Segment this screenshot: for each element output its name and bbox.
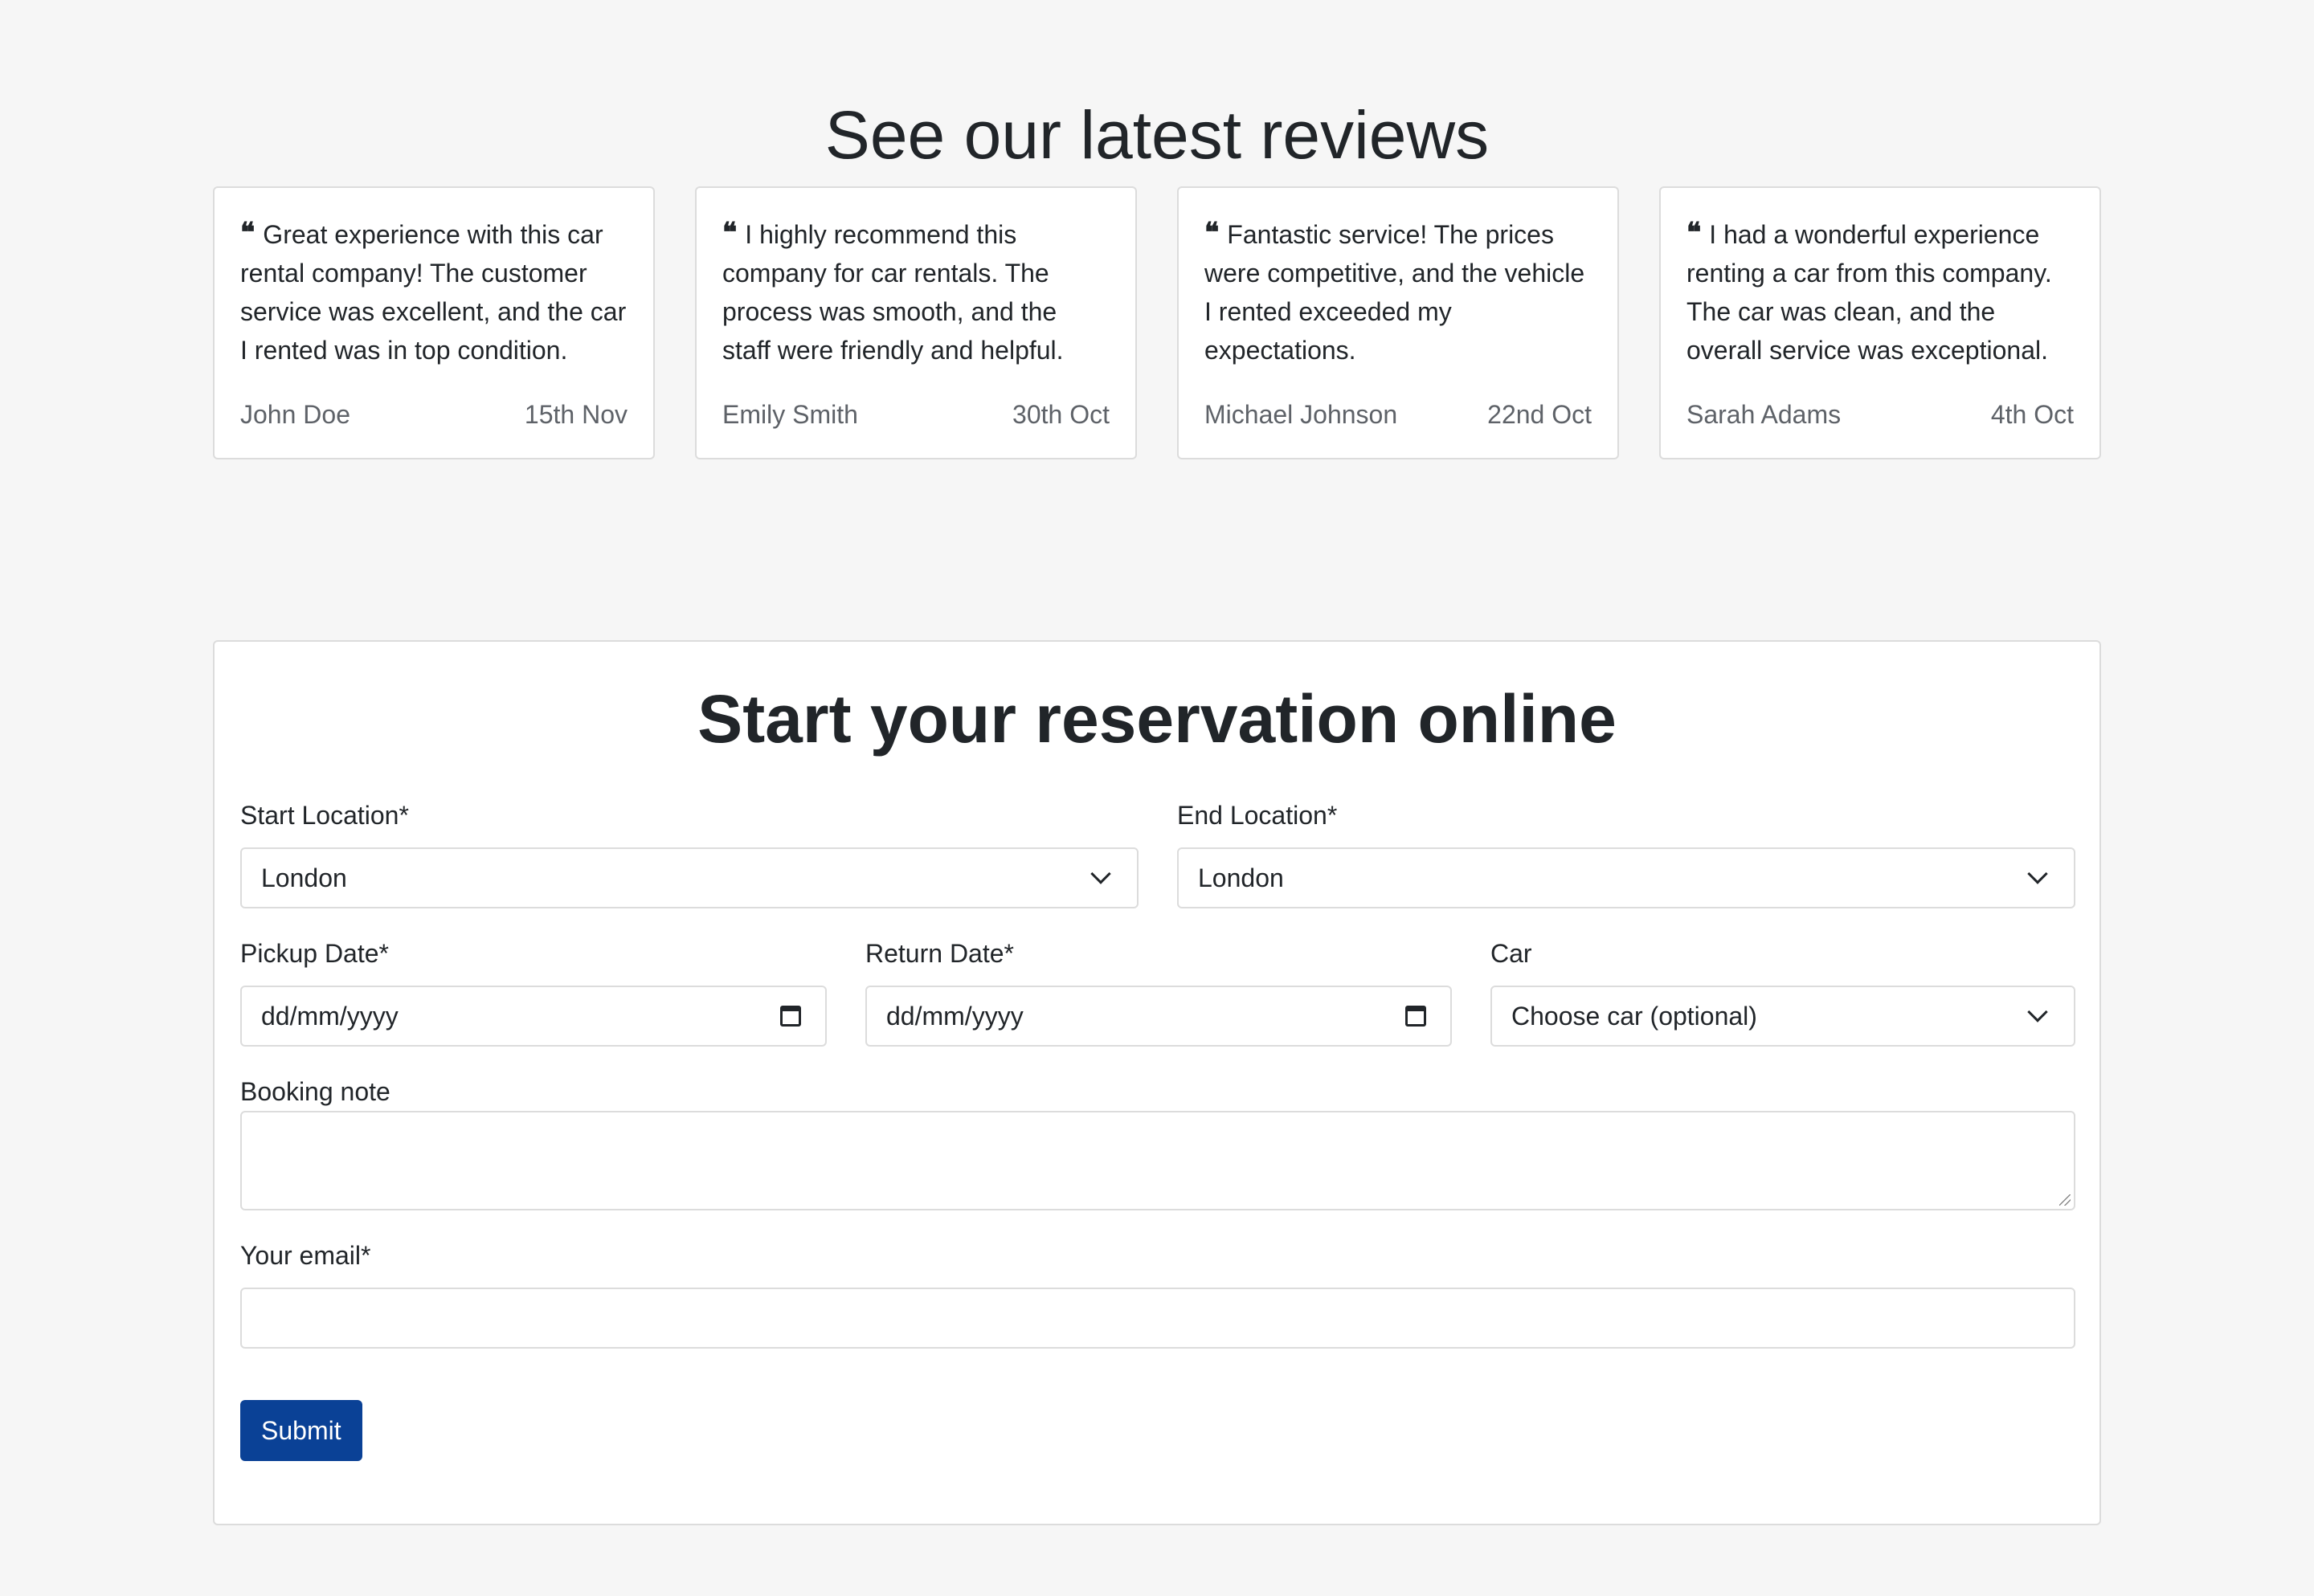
review-author: John Doe xyxy=(240,400,350,429)
pickup-date-placeholder: dd/mm/yyyy xyxy=(261,1001,399,1031)
form-heading: Start your reservation online xyxy=(697,681,1617,757)
review-author: Michael Johnson xyxy=(1204,400,1398,429)
review-card: ❝ Great experience with this car rental c… xyxy=(213,186,655,459)
review-footer: Sarah Adams 4th Oct xyxy=(1686,395,2074,434)
calendar-icon[interactable] xyxy=(780,1006,801,1027)
email-label: Your email* xyxy=(240,1241,371,1270)
resize-grip-icon[interactable] xyxy=(2059,1194,2071,1206)
end-location-value: London xyxy=(1198,863,1284,892)
review-body: I highly recommend this company for car … xyxy=(722,220,1064,365)
review-footer: Emily Smith 30th Oct xyxy=(722,395,1110,434)
end-location-select[interactable]: London xyxy=(1177,847,2075,908)
reviews-heading: See our latest reviews xyxy=(824,97,1490,173)
submit-button[interactable]: Submit xyxy=(240,1400,362,1461)
review-author: Emily Smith xyxy=(722,400,858,429)
review-card: ❝ Fantastic service! The prices were comp… xyxy=(1177,186,1619,459)
review-body: Fantastic service! The prices were compe… xyxy=(1204,220,1585,365)
review-card: ❝ I had a wonderful experience renting a … xyxy=(1659,186,2101,459)
booking-note-textarea[interactable] xyxy=(240,1111,2075,1210)
review-date: 30th Oct xyxy=(1012,400,1110,429)
review-text: ❝ Fantastic service! The prices were comp… xyxy=(1204,215,1592,369)
review-body: I had a wonderful experience renting a c… xyxy=(1686,220,2052,365)
return-date-placeholder: dd/mm/yyyy xyxy=(886,1001,1024,1031)
chevron-down-icon xyxy=(1090,863,1111,884)
review-text: ❝ Great experience with this car rental c… xyxy=(240,215,628,369)
quote-icon: ❝ xyxy=(722,217,738,249)
review-card: ❝ I highly recommend this company for car… xyxy=(695,186,1137,459)
car-select-value: Choose car (optional) xyxy=(1511,1001,1757,1031)
review-date: 15th Nov xyxy=(524,400,628,429)
car-select[interactable]: Choose car (optional) xyxy=(1490,986,2075,1047)
start-location-value: London xyxy=(261,863,347,892)
chevron-down-icon xyxy=(2027,1002,2048,1023)
pickup-date-input[interactable]: dd/mm/yyyy xyxy=(240,986,827,1047)
review-body: Great experience with this car rental co… xyxy=(240,220,627,365)
quote-icon: ❝ xyxy=(240,217,256,249)
review-date: 22nd Oct xyxy=(1487,400,1592,429)
quote-icon: ❝ xyxy=(1686,217,1702,249)
return-date-label: Return Date* xyxy=(865,939,1014,968)
reservation-form: Start your reservation online Start Loca… xyxy=(213,640,2101,1525)
start-location-label: Start Location* xyxy=(240,801,409,830)
review-footer: Michael Johnson 22nd Oct xyxy=(1204,395,1592,434)
review-text: ❝ I highly recommend this company for car… xyxy=(722,215,1110,369)
review-author: Sarah Adams xyxy=(1686,400,1842,429)
review-date: 4th Oct xyxy=(1990,400,2074,429)
chevron-down-icon xyxy=(2027,863,2048,884)
return-date-input[interactable]: dd/mm/yyyy xyxy=(865,986,1452,1047)
calendar-icon[interactable] xyxy=(1405,1006,1426,1027)
quote-icon: ❝ xyxy=(1204,217,1220,249)
end-location-label: End Location* xyxy=(1177,801,1338,830)
car-label: Car xyxy=(1490,939,1532,968)
start-location-select[interactable]: London xyxy=(240,847,1139,908)
pickup-date-label: Pickup Date* xyxy=(240,939,389,968)
review-footer: John Doe 15th Nov xyxy=(240,395,628,434)
reviews-list: ❝ Great experience with this car rental c… xyxy=(213,186,2101,459)
email-input[interactable] xyxy=(240,1288,2075,1349)
booking-note-label: Booking note xyxy=(240,1077,390,1106)
review-text: ❝ I had a wonderful experience renting a … xyxy=(1686,215,2074,369)
